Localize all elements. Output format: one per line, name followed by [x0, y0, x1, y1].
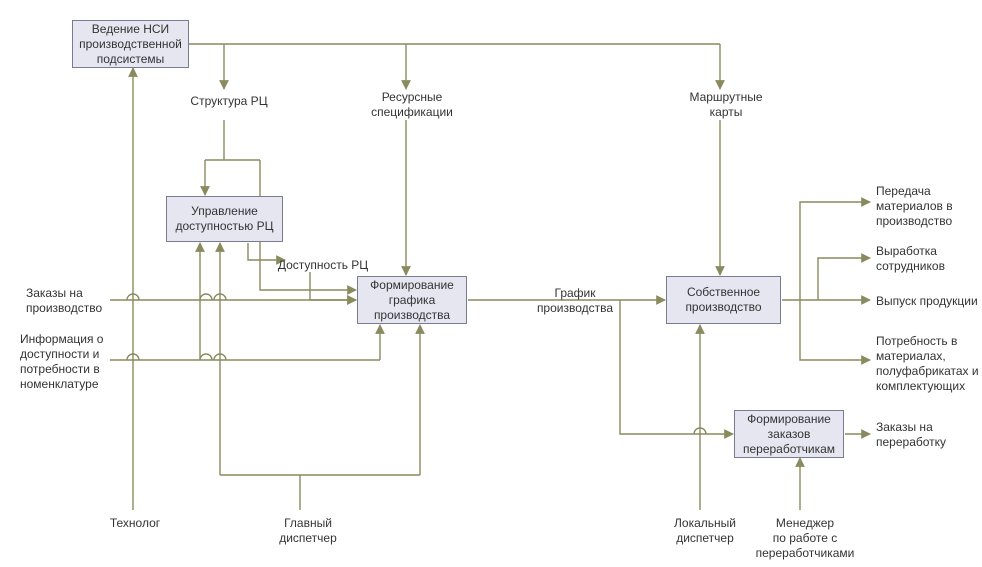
label-graph-prod: График производства	[520, 286, 630, 316]
label-struct-rc: Структура РЦ	[184, 94, 274, 109]
connectors-layer	[0, 0, 982, 567]
label-out-reproc: Заказы на переработку	[876, 420, 976, 450]
label-out-transfer: Передача материалов в производство	[876, 184, 976, 229]
label-role-manager: Менеджер по работе с переработчиками	[750, 516, 860, 561]
box-ownprod-label: Собственное производство	[671, 285, 776, 315]
label-in-orders: Заказы на производство	[26, 286, 116, 316]
box-availability-label: Управление доступностью РЦ	[171, 204, 278, 234]
label-role-tech: Технолог	[100, 516, 170, 531]
box-nsi-label: Ведение НСИ производственной подсистемы	[77, 22, 184, 67]
box-orders-label: Формирование заказов переработчикам	[739, 412, 839, 457]
box-schedule-label: Формирование графика производства	[362, 278, 462, 323]
label-out-workers: Выработка сотрудников	[876, 244, 976, 274]
box-orders: Формирование заказов переработчикам	[734, 410, 844, 458]
box-availability: Управление доступностью РЦ	[166, 196, 283, 242]
label-route-cards: Маршрутные карты	[676, 90, 776, 120]
label-in-info: Информация о доступности и потребности в…	[20, 332, 120, 392]
box-schedule: Формирование графика производства	[357, 276, 467, 324]
label-avail-rc: Доступность РЦ	[268, 258, 378, 273]
label-role-chief: Главный диспетчер	[268, 516, 348, 546]
box-nsi: Ведение НСИ производственной подсистемы	[72, 20, 189, 68]
label-res-spec: Ресурсные спецификации	[362, 90, 462, 120]
label-out-need: Потребность в материалах, полуфабрикатах…	[876, 334, 982, 394]
box-own-production: Собственное производство	[666, 276, 781, 324]
label-role-local: Локальный диспетчер	[660, 516, 750, 546]
label-out-release: Выпуск продукции	[876, 294, 982, 309]
